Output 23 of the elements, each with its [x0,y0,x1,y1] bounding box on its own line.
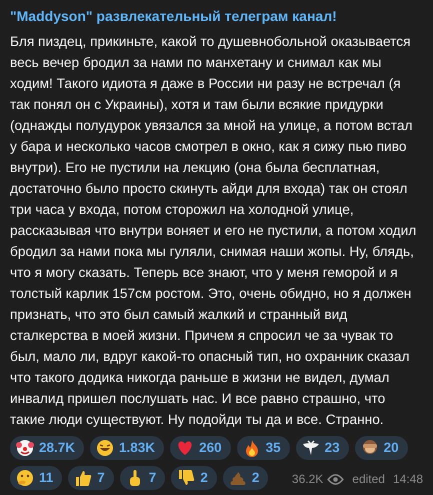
reaction-button[interactable]: 35 [236,436,290,460]
reaction-button[interactable]: 1.83K [90,436,164,460]
eye-icon [327,474,344,484]
thumbs-up-icon [74,469,92,487]
view-count: 36.2K [292,471,324,488]
reaction-button[interactable]: 28.7K [10,436,84,460]
thumbs-down-icon [177,469,196,487]
edited-label: edited [352,471,385,488]
reaction-button[interactable]: 7 [120,466,166,490]
channel-title[interactable]: "Maddyson" развлекательный телеграм канал! [10,6,423,27]
reaction-button[interactable]: 2 [222,466,268,490]
message-time: 14:48 [392,471,423,488]
thinking-face-icon [16,469,34,487]
reaction-button[interactable]: 260 [170,436,231,460]
message-text: Бля пиздец, прикиньте, какой то душевнобольной оказывается весь вечер бродил за нами по манхетану и снимал как мы ходим! Такого идиота я даже в России ни разу не встречал (я так понял он с Украины), хотя и там были всякие придурки (однажды полудурок увязался за мной на улице, а потом встал у бара и несколько часов смотрел в окно, как я сижу пью пиво внутри). Его не пустили на лекцию (она была бесплатная, достаточно было просто скинуть айди для входа) так он стоял три часа у входа, потом сторожил на холодной улице, рассказывая что внутри воняет и его не пустили, а потом ходил бродил за нами пока мы гуляли, снимая наши жопы. Ну, блядь, что я могу сказать. Теперь все знают, что у меня геморой и я толстый карлик 157см ростом. Это, очень обидно, но я должен признать, что это был самый жалкий и странный вид сталкерства в моей жизни. Причем я спросил че за чувак то был, мало ли, вдруг какой-то опасный тип, но охранник сказал что такого додика никогда раньше в жизни не видел, думал инвалид пришел послушать нас. И все равно страшно, что такие люди существуют. Ну подойди ты да и все. Странно. [10,33,418,429]
reaction-button[interactable]: 2 [171,466,217,490]
reaction-button[interactable]: 11 [10,466,62,490]
heart-icon [176,439,194,457]
reaction-button[interactable]: 7 [68,466,114,490]
reaction-button[interactable]: 20 [354,436,408,460]
laughing-face-icon [96,439,114,457]
reaction-button[interactable]: 23 [296,436,349,460]
clown-face-icon [16,439,34,457]
